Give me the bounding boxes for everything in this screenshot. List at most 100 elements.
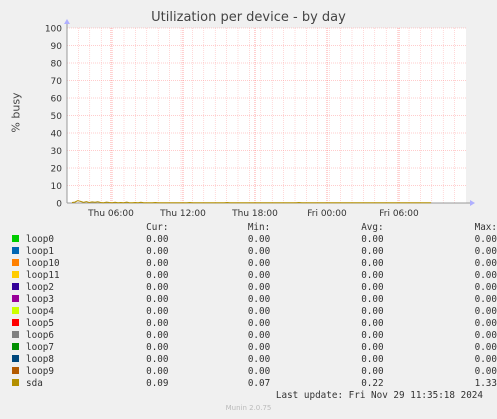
legend-series-name: loop1 <box>12 246 115 258</box>
legend-series-name: loop9 <box>12 366 115 378</box>
legend-swatch <box>12 283 19 290</box>
legend-label: loop11 <box>26 270 60 281</box>
munin-version: Munin 2.0.75 <box>225 404 272 412</box>
legend-series-name: loop4 <box>12 306 115 318</box>
legend-series-name: loop2 <box>12 282 115 294</box>
legend-header-max: Max: <box>474 222 497 233</box>
legend-row: loop5 0.00 0.00 0.00 0.00 <box>12 318 497 330</box>
legend-label: loop4 <box>26 306 54 317</box>
legend-swatch <box>12 307 19 314</box>
x-tick-label: Fri 00:00 <box>307 209 347 219</box>
x-tick-label: Thu 06:00 <box>87 209 134 219</box>
legend-row: loop11 0.00 0.00 0.00 0.00 <box>12 270 497 282</box>
legend-value-cur: 0.00 <box>146 342 169 353</box>
x-tick-label: Thu 18:00 <box>231 209 278 219</box>
y-tick-label: 60 <box>51 95 63 105</box>
legend-swatch <box>12 271 19 278</box>
legend-label: loop5 <box>26 318 54 329</box>
legend-table: Cur: Min: Avg: Max: loop0 0.00 0.00 0.00 0.0… <box>12 222 497 390</box>
plot-area <box>67 28 466 203</box>
legend-value-max: 0.00 <box>474 234 497 245</box>
legend-value-min: 0.00 <box>247 258 271 269</box>
legend-value-avg: 0.22 <box>361 378 384 389</box>
legend-swatch <box>12 259 19 266</box>
legend-value-cur: 0.00 <box>146 282 169 293</box>
legend-value-avg: 0.00 <box>361 318 384 329</box>
legend-value-min: 0.00 <box>247 342 271 353</box>
legend-value-min: 0.07 <box>247 378 271 389</box>
legend-value-avg: 0.00 <box>361 306 384 317</box>
legend-value-min: 0.00 <box>247 294 271 305</box>
legend-swatch <box>12 343 19 350</box>
legend-label: loop0 <box>26 234 54 245</box>
legend-header-row: Cur: Min: Avg: Max: <box>12 222 497 234</box>
legend-value-max: 0.00 <box>474 306 497 317</box>
legend-value-cur: 0.00 <box>146 294 169 305</box>
legend-series-name: loop7 <box>12 342 115 354</box>
legend-row: loop7 0.00 0.00 0.00 0.00 <box>12 342 497 354</box>
legend-series-name: loop5 <box>12 318 115 330</box>
legend-row: loop4 0.00 0.00 0.00 0.00 <box>12 306 497 318</box>
x-axis-arrow <box>470 200 475 206</box>
legend-value-avg: 0.00 <box>361 366 384 377</box>
legend-value-cur: 0.00 <box>146 246 169 257</box>
legend-value-cur: 0.00 <box>146 306 169 317</box>
legend-value-avg: 0.00 <box>361 342 384 353</box>
legend-value-max: 0.00 <box>474 258 497 269</box>
legend-row: loop1 0.00 0.00 0.00 0.00 <box>12 246 497 258</box>
legend-value-max: 0.00 <box>474 318 497 329</box>
legend-value-cur: 0.00 <box>146 258 169 269</box>
legend-header-name <box>12 222 115 234</box>
x-tick-label: Thu 12:00 <box>159 209 206 219</box>
legend-row: loop9 0.00 0.00 0.00 0.00 <box>12 366 497 378</box>
legend-label: loop6 <box>26 330 54 341</box>
legend-value-cur: 0.09 <box>146 378 169 389</box>
legend-row: loop10 0.00 0.00 0.00 0.00 <box>12 258 497 270</box>
legend-label: sda <box>26 378 43 389</box>
legend-value-avg: 0.00 <box>361 270 384 281</box>
x-tick-label: Fri 06:00 <box>379 209 419 219</box>
legend-row: loop2 0.00 0.00 0.00 0.00 <box>12 282 497 294</box>
legend-value-max: 0.00 <box>474 294 497 305</box>
legend-value-max: 0.00 <box>474 330 497 341</box>
legend-value-min: 0.00 <box>247 330 271 341</box>
legend-row: loop8 0.00 0.00 0.00 0.00 <box>12 354 497 366</box>
legend-label: loop9 <box>26 366 54 377</box>
legend-value-cur: 0.00 <box>146 270 169 281</box>
legend-value-avg: 0.00 <box>361 282 384 293</box>
legend-value-min: 0.00 <box>247 282 271 293</box>
legend-label: loop8 <box>26 354 54 365</box>
y-tick-label: 20 <box>51 165 63 175</box>
legend-swatch <box>12 247 19 254</box>
legend-value-max: 0.00 <box>474 270 497 281</box>
legend-row: loop3 0.00 0.00 0.00 0.00 <box>12 294 497 306</box>
legend-value-max: 1.33 <box>474 378 497 389</box>
munin-graph: Utilization per device - by day % busy R… <box>0 0 497 419</box>
legend-swatch <box>12 235 19 242</box>
chart-plot: 0 10 20 30 40 50 60 70 80 90 100 Thu 06:00 Thu 12:00… <box>45 19 475 219</box>
legend-value-avg: 0.00 <box>361 234 384 245</box>
legend-swatch <box>12 319 19 326</box>
legend-value-cur: 0.00 <box>146 234 169 245</box>
legend-value-max: 0.00 <box>474 354 497 365</box>
legend-value-avg: 0.00 <box>361 354 384 365</box>
y-tick-label: 100 <box>45 25 62 35</box>
legend-value-max: 0.00 <box>474 246 497 257</box>
legend-label: loop7 <box>26 342 54 353</box>
legend-row: sda 0.09 0.07 0.22 1.33 <box>12 378 497 390</box>
y-tick-label: 80 <box>51 60 63 70</box>
legend-series-name: loop8 <box>12 354 115 366</box>
y-tick-label: 10 <box>51 182 63 192</box>
legend-header-min: Min: <box>247 222 271 233</box>
legend-swatch <box>12 379 19 386</box>
legend-series-name: loop11 <box>12 270 115 282</box>
y-axis-arrow <box>64 19 70 24</box>
legend-swatch <box>12 295 19 302</box>
legend-value-cur: 0.00 <box>146 318 169 329</box>
legend-value-min: 0.00 <box>247 306 271 317</box>
legend-swatch <box>12 331 19 338</box>
legend-row: loop6 0.00 0.00 0.00 0.00 <box>12 330 497 342</box>
legend-value-avg: 0.00 <box>361 330 384 341</box>
y-tick-label: 0 <box>56 200 62 210</box>
legend-value-min: 0.00 <box>247 366 271 377</box>
